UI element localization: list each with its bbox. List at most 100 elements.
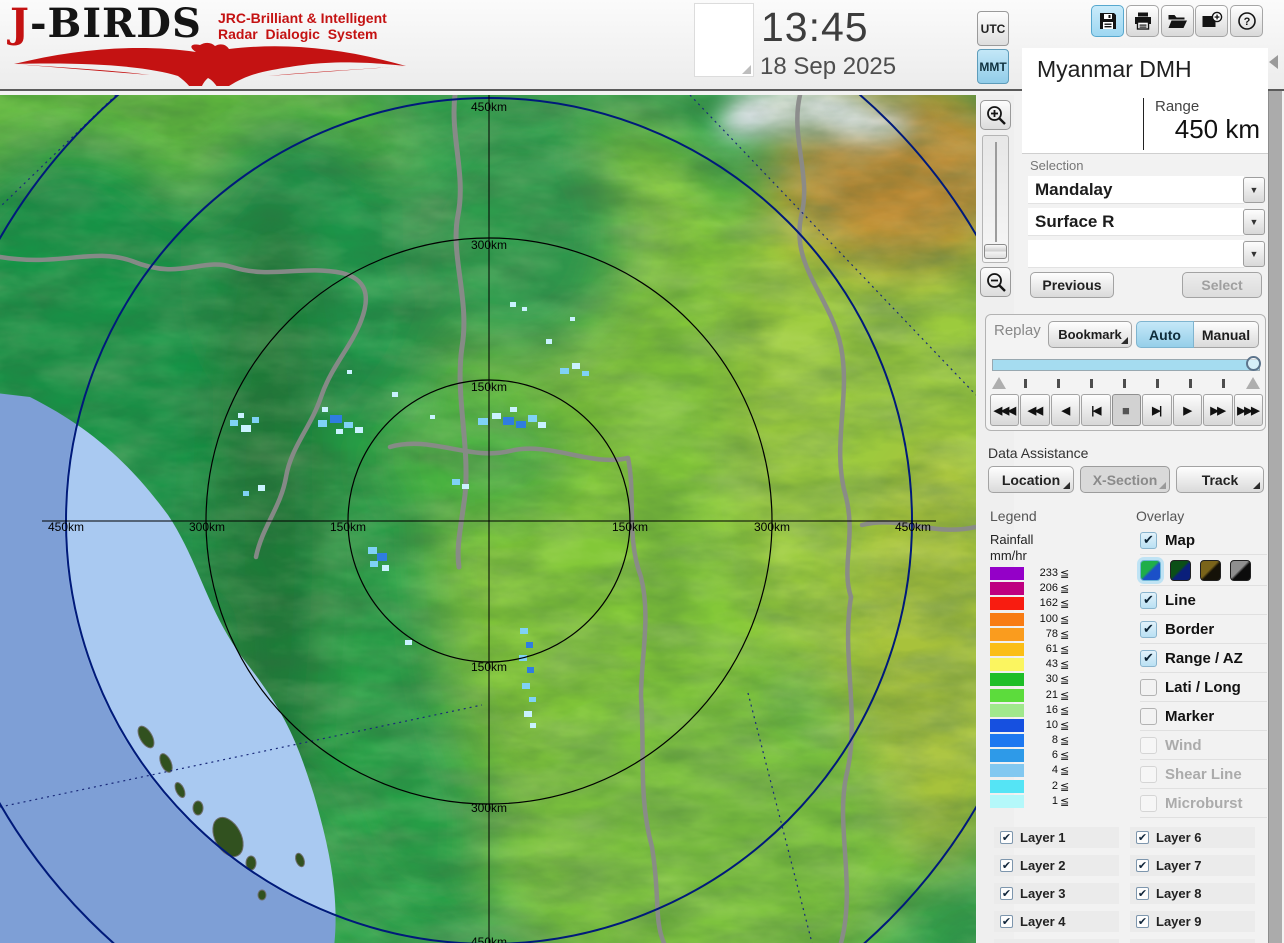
bookmark-button[interactable]: Bookmark bbox=[1048, 321, 1132, 348]
fast-rewind-button[interactable]: ◀◀◀ bbox=[990, 394, 1019, 426]
zoom-slider-track[interactable] bbox=[982, 135, 1009, 263]
rain-echo-cell bbox=[503, 417, 514, 425]
utc-button[interactable]: UTC bbox=[977, 11, 1009, 46]
selection-field-extra[interactable] bbox=[1028, 240, 1244, 268]
layer-toggle-layer-8[interactable]: ✔Layer 8 bbox=[1130, 883, 1255, 904]
radar-map[interactable]: 450km300km150km150km300km450km450km300km… bbox=[0, 95, 976, 943]
auto-button[interactable]: Auto bbox=[1136, 321, 1194, 348]
checkbox-icon[interactable] bbox=[1140, 679, 1157, 696]
layer-toggle-layer-1[interactable]: ✔Layer 1 bbox=[994, 827, 1119, 848]
overlay-item-marker[interactable]: Marker bbox=[1140, 702, 1267, 731]
resize-grip-icon[interactable] bbox=[742, 65, 751, 74]
terrain-dark-blue-swatch[interactable] bbox=[1170, 560, 1191, 581]
zoom-out-button[interactable] bbox=[980, 267, 1011, 297]
checkbox-icon[interactable]: ✔ bbox=[1136, 887, 1149, 900]
rain-echo-cell bbox=[258, 485, 265, 491]
rain-echo-cell bbox=[336, 429, 343, 434]
panel-scrollbar[interactable] bbox=[1268, 91, 1282, 943]
overlay-item-lati-long[interactable]: Lati / Long bbox=[1140, 673, 1267, 702]
layer-toggle-layer-9[interactable]: ✔Layer 9 bbox=[1130, 911, 1255, 932]
checkbox-icon[interactable]: ✔ bbox=[1140, 532, 1157, 549]
fast-forward-button[interactable]: ▶▶ bbox=[1203, 394, 1232, 426]
panel-collapse-arrow-icon[interactable] bbox=[1269, 55, 1278, 69]
xsection-button[interactable]: X-Section bbox=[1080, 466, 1170, 493]
checkbox-icon[interactable]: ✔ bbox=[1136, 859, 1149, 872]
checkbox-icon[interactable]: ✔ bbox=[1000, 887, 1013, 900]
checkbox-icon[interactable]: ✔ bbox=[1000, 831, 1013, 844]
open-button[interactable] bbox=[1161, 5, 1194, 37]
export-image-button[interactable] bbox=[1195, 5, 1228, 37]
clock-date: 18 Sep 2025 bbox=[760, 53, 896, 81]
layer-toggle-layer-5[interactable]: ✔Layer 5 bbox=[994, 939, 1119, 943]
layer-toggle-layer-2[interactable]: ✔Layer 2 bbox=[994, 855, 1119, 876]
range-end-marker[interactable] bbox=[1246, 377, 1260, 389]
rain-echo-cell bbox=[368, 547, 377, 554]
selection-field-site[interactable]: Mandalay bbox=[1028, 176, 1244, 204]
checkbox-icon[interactable]: ✔ bbox=[1140, 621, 1157, 638]
checkbox-icon[interactable]: ✔ bbox=[1136, 915, 1149, 928]
checkbox-icon[interactable] bbox=[1140, 737, 1157, 754]
extra-dropdown-button[interactable]: ▼ bbox=[1243, 241, 1265, 267]
layer-toggle-layer-7[interactable]: ✔Layer 7 bbox=[1130, 855, 1255, 876]
legend-row: 206≦ bbox=[990, 581, 1090, 596]
track-button[interactable]: Track bbox=[1176, 466, 1264, 493]
mmt-button[interactable]: MMT bbox=[977, 49, 1009, 84]
checkbox-icon[interactable] bbox=[1140, 795, 1157, 812]
overlay-item-map[interactable]: ✔Map bbox=[1140, 526, 1267, 555]
help-button[interactable]: ? bbox=[1230, 5, 1263, 37]
replay-timeline-slider[interactable] bbox=[992, 359, 1260, 371]
previous-button[interactable]: Previous bbox=[1030, 272, 1114, 298]
terrain-color-swatch[interactable] bbox=[1140, 560, 1161, 581]
product-dropdown-button[interactable]: ▼ bbox=[1243, 209, 1265, 235]
overlay-item-border[interactable]: ✔Border bbox=[1140, 615, 1267, 644]
ring-label: 450km bbox=[471, 935, 507, 943]
overlay-item-wind[interactable]: Wind bbox=[1140, 731, 1267, 760]
checkbox-icon[interactable]: ✔ bbox=[1140, 650, 1157, 667]
replay-slider-thumb[interactable] bbox=[1246, 356, 1261, 371]
legend-unit-rainfall: Rainfall bbox=[990, 532, 1033, 547]
overlay-item-line[interactable]: ✔Line bbox=[1140, 586, 1267, 615]
site-dropdown-button[interactable]: ▼ bbox=[1243, 177, 1265, 203]
play-reverse-button[interactable]: ◀ bbox=[1051, 394, 1080, 426]
layer-toggle-layer-3[interactable]: ✔Layer 3 bbox=[994, 883, 1119, 904]
overlay-item-shear-line[interactable]: Shear Line bbox=[1140, 760, 1267, 789]
layer-toggle-layer-6[interactable]: ✔Layer 6 bbox=[1130, 827, 1255, 848]
selection-field-product[interactable]: Surface R bbox=[1028, 208, 1244, 236]
rain-echo-cell bbox=[370, 561, 378, 567]
legend-color-swatch bbox=[990, 734, 1024, 747]
print-button[interactable] bbox=[1126, 5, 1159, 37]
timeline-tick bbox=[1123, 379, 1126, 388]
manual-button[interactable]: Manual bbox=[1194, 321, 1259, 348]
overlay-item-range-az[interactable]: ✔Range / AZ bbox=[1140, 644, 1267, 673]
step-forward-button[interactable]: ▶| bbox=[1142, 394, 1171, 426]
select-button[interactable]: Select bbox=[1182, 272, 1262, 298]
legend-value: 78 bbox=[1026, 628, 1058, 640]
rain-echo-cell bbox=[492, 413, 501, 419]
zoom-in-button[interactable] bbox=[980, 100, 1011, 130]
legend-row: 16≦ bbox=[990, 703, 1090, 718]
stop-button[interactable]: ■ bbox=[1112, 394, 1141, 426]
checkbox-icon[interactable]: ✔ bbox=[1000, 915, 1013, 928]
rain-echo-cell bbox=[527, 667, 534, 673]
checkbox-icon[interactable] bbox=[1140, 708, 1157, 725]
layer-toggle-layer-4[interactable]: ✔Layer 4 bbox=[994, 911, 1119, 932]
location-button[interactable]: Location bbox=[988, 466, 1074, 493]
skip-forward-button[interactable]: ▶▶▶ bbox=[1234, 394, 1263, 426]
checkbox-icon[interactable] bbox=[1140, 766, 1157, 783]
range-start-marker[interactable] bbox=[992, 377, 1006, 389]
checkbox-icon[interactable]: ✔ bbox=[1000, 859, 1013, 872]
play-button[interactable]: ▶ bbox=[1173, 394, 1202, 426]
checkbox-icon[interactable]: ✔ bbox=[1140, 592, 1157, 609]
rewind-button[interactable]: ◀◀ bbox=[1020, 394, 1049, 426]
checkbox-icon[interactable]: ✔ bbox=[1136, 831, 1149, 844]
legend-leq-symbol: ≦ bbox=[1060, 764, 1069, 777]
terrain-gray-swatch[interactable] bbox=[1230, 560, 1251, 581]
step-back-button[interactable]: |◀ bbox=[1081, 394, 1110, 426]
save-button[interactable] bbox=[1091, 5, 1124, 37]
layer-toggle-layer-10[interactable]: ✔Layer 10 bbox=[1130, 939, 1255, 943]
terrain-olive-swatch[interactable] bbox=[1200, 560, 1221, 581]
overlay-item-microburst[interactable]: Microburst bbox=[1140, 789, 1267, 818]
zoom-slider-thumb[interactable] bbox=[984, 244, 1007, 259]
annotation-box[interactable] bbox=[694, 3, 754, 77]
legend-color-swatch bbox=[990, 673, 1024, 686]
